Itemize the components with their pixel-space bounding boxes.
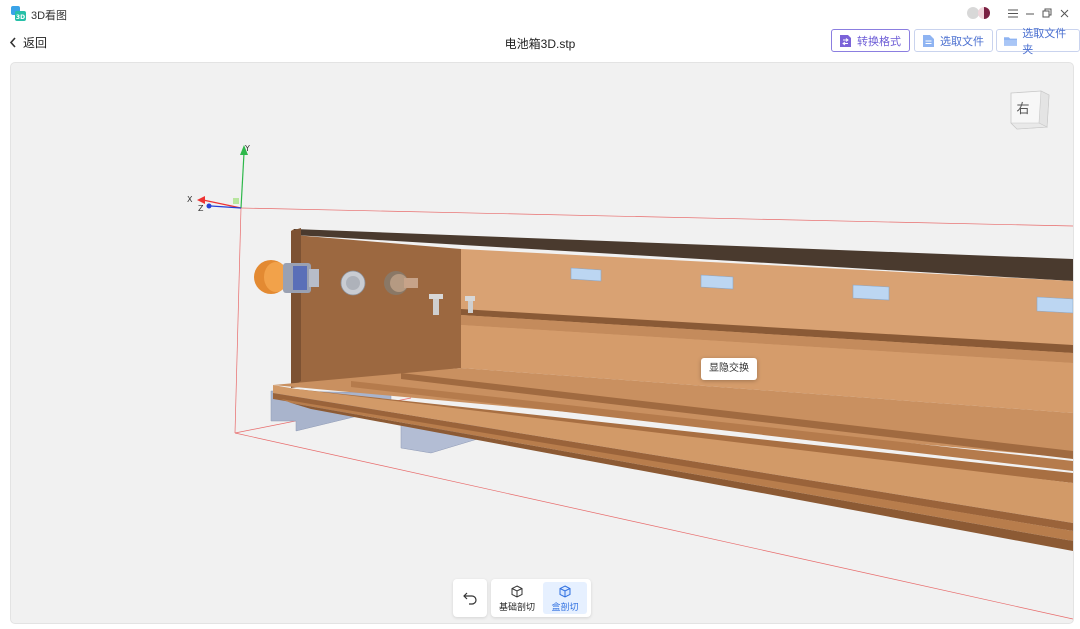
undo-button[interactable]: [453, 579, 487, 617]
model-scene[interactable]: Y X Z: [11, 63, 1073, 623]
select-file-label: 选取文件: [940, 35, 984, 48]
select-file-button[interactable]: 选取文件: [914, 29, 993, 52]
undo-icon: [463, 592, 477, 605]
axis-y-label: Y: [244, 144, 250, 153]
close-icon[interactable]: [1054, 3, 1074, 23]
title-bar: 3D 3D看图: [0, 0, 1080, 28]
box-section-button[interactable]: 盒剖切: [543, 582, 587, 614]
cube-icon: [511, 585, 523, 598]
app-title: 3D看图: [31, 10, 68, 22]
convert-icon: [840, 34, 851, 47]
tooltip: 显隐交换: [701, 358, 757, 380]
axis-gizmo: Y X Z: [187, 144, 250, 213]
box-section-icon: [559, 585, 571, 598]
svg-text:3D: 3D: [16, 14, 25, 21]
axis-x-label: X: [187, 195, 193, 204]
axis-z-label: Z: [198, 204, 204, 213]
section-toolbar: 基础剖切 盒剖切: [491, 579, 591, 617]
file-icon: [923, 34, 934, 47]
convert-format-button[interactable]: 转换格式: [831, 29, 910, 52]
folder-icon: [1004, 36, 1018, 46]
user-avatar[interactable]: [966, 6, 992, 20]
select-folder-button[interactable]: 选取文件夹: [996, 28, 1080, 56]
basic-section-button[interactable]: 基础剖切: [495, 582, 539, 614]
app-logo-icon: 3D: [11, 6, 26, 21]
view-cube[interactable]: 右: [1007, 87, 1055, 135]
3d-viewport[interactable]: Y X Z 右 显隐交换 基础剖切 盒剖切: [10, 62, 1074, 624]
basic-section-label: 基础剖切: [498, 602, 535, 612]
select-folder-label: 选取文件夹: [1022, 27, 1067, 56]
view-cube-face-label: 右: [1016, 102, 1029, 117]
convert-format-label: 转换格式: [857, 35, 901, 48]
box-section-label: 盒剖切: [551, 602, 579, 612]
header: 返回 电池箱3D.stp 转换格式 选取文件 选取文件夹: [0, 28, 1080, 58]
